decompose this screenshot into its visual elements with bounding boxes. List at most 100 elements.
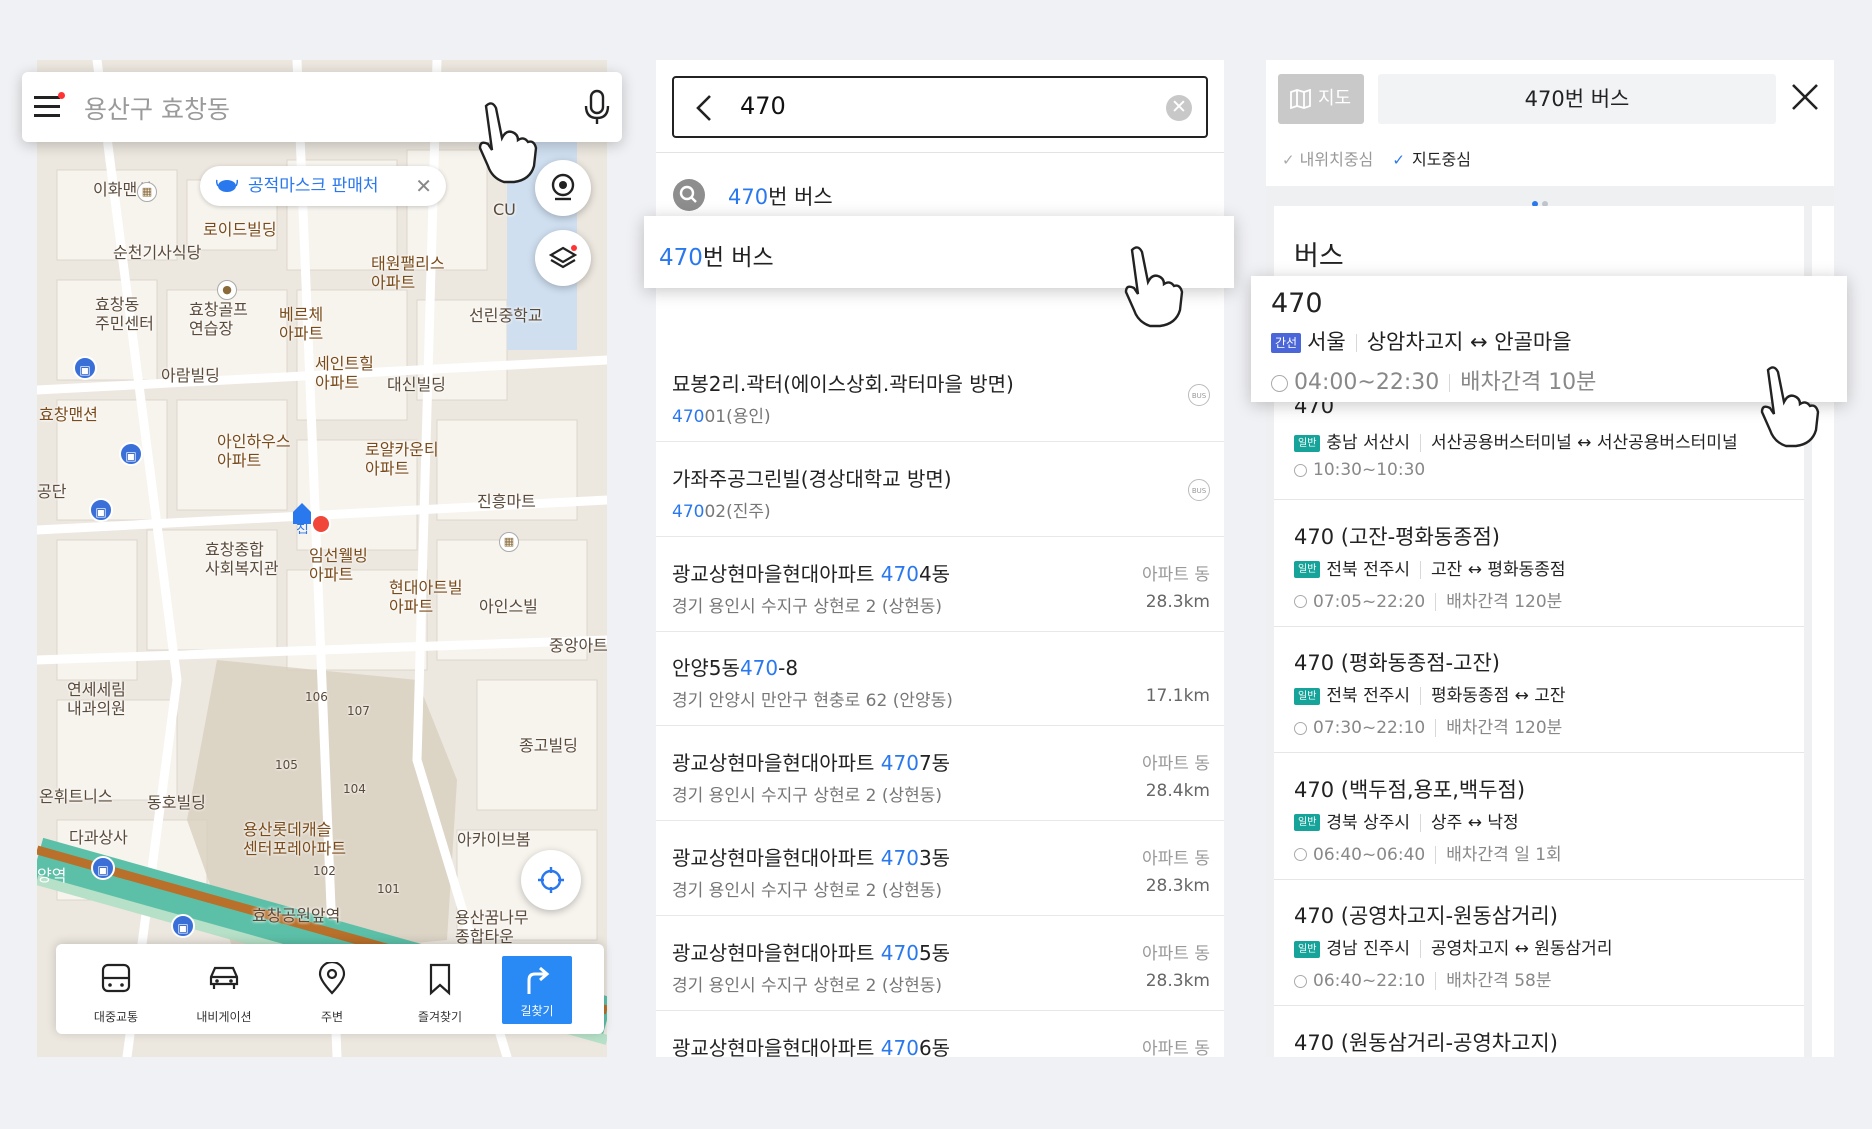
bus-stop-icon[interactable]: ▣ (73, 356, 97, 380)
result-title: 광교상현마을현대아파트 4703동 (672, 846, 951, 870)
nav-nearby[interactable]: 주변 (282, 944, 382, 1034)
result-subtitle: 경기 용인시 수지구 상현로 2 (상현동) (672, 596, 943, 617)
result-subtitle: 경기 용인시 수지구 상현로 2 (상현동) (672, 786, 943, 807)
directions-icon (527, 966, 550, 994)
route-info: 일반 충남 서산시 서산공용버스터미널 ↔ 서산공용버스터미널 (1294, 428, 1738, 453)
bus-route-item[interactable]: 470 (원동삼거리-공영차고지) (1274, 1007, 1804, 1058)
map-label: 102 (313, 864, 336, 878)
map-label: 연세세림 내과의원 (67, 680, 126, 718)
poi-pin-icon[interactable]: ▦ (499, 532, 519, 552)
route-interval: 배차간격 10분 (1460, 370, 1597, 395)
pointer-hand-icon (1760, 366, 1820, 448)
pointer-hand-icon (1124, 246, 1184, 328)
result-subtitle: 경기 용인시 수지구 상현로 2 (상현동) (672, 881, 943, 901)
map-icon (1290, 89, 1311, 109)
clear-icon[interactable]: ✕ (1166, 95, 1192, 121)
result-item[interactable]: 광교상현마을현대아파트 4703동 경기 용인시 수지구 상현로 2 (상현동) 아… (656, 822, 1224, 916)
result-item[interactable]: 광교상현마을현대아파트 4705동 경기 용인시 수지구 상현로 2 (상현동) 아… (656, 917, 1224, 1011)
nav-label: 대중교통 (93, 1010, 139, 1024)
result-title: 광교상현마을현대아파트 4704동 (672, 561, 951, 586)
map-label: 105 (275, 758, 298, 772)
route-region: 경남 진주시 (1326, 939, 1411, 959)
map-label: 중앙아트 (549, 636, 607, 655)
bus-stop-icon[interactable]: ▣ (91, 856, 115, 880)
back-arrow-icon[interactable] (694, 94, 714, 122)
map-label: 효창골프 연습장 (189, 300, 248, 338)
filter-map-center[interactable]: 지도중심 (1412, 150, 1471, 169)
bus-stop-icon[interactable]: ▣ (119, 442, 143, 466)
bus-badge-icon: BUS (1188, 478, 1210, 501)
map-label: 임선웰빙 아파트 (309, 546, 368, 584)
map-label: 대신빌딩 (387, 375, 446, 394)
result-distance: 17.1km (1145, 686, 1210, 707)
search-query[interactable]: 470 (740, 92, 786, 120)
suggestion-item[interactable]: 470번 버스 (656, 168, 1224, 222)
nav-navigation[interactable]: 내비게이션 (174, 944, 274, 1034)
bus-stop-icon[interactable]: ▣ (89, 498, 113, 522)
nav-label: 길찾기 (520, 1004, 554, 1018)
nav-directions[interactable]: 길찾기 (502, 956, 572, 1024)
search-panel: 470 ✕ 470번 버스 묘봉2리.곽터(에이스상회.곽터마을 방면) 4700… (656, 60, 1224, 1057)
check-icon: ✓ (1282, 151, 1295, 169)
route-region: 전북 전주시 (1326, 559, 1411, 580)
close-icon[interactable]: ✕ (415, 166, 432, 206)
mask-icon (216, 179, 238, 192)
route-number: 470 (평화동종점-고잔) (1294, 651, 1500, 675)
search-box[interactable]: 470 ✕ (672, 76, 1208, 138)
nav-label: 내비게이션 (196, 1010, 252, 1024)
section-title: 버스 (1294, 241, 1344, 272)
bookmark-icon (429, 963, 451, 996)
result-item[interactable]: 광교상현마을현대아파트 4707동 경기 용인시 수지구 상현로 2 (상현동) 아… (656, 727, 1224, 822)
svg-text:집: 집 (296, 523, 309, 534)
bottom-navigation: 대중교통 내비게이션 주변 즐겨찾기 길찾기 (56, 944, 604, 1034)
route-region: 충남 서산시 (1326, 433, 1411, 453)
map-layers-button[interactable] (535, 230, 591, 286)
result-distance: 28.3km (1145, 970, 1210, 991)
route-info: 일반 전북 전주시 고잔 ↔ 평화동종점 (1294, 555, 1566, 580)
result-subtitle: 경기 용인시 수지구 상현로 2 (상현동) (672, 975, 943, 996)
map-view-button[interactable]: 지도 (1278, 74, 1364, 124)
bus-stop-icon[interactable]: ▣ (171, 914, 195, 938)
clock-icon (1294, 848, 1307, 861)
route-endpoints: 서산공용버스터미널 ↔ 서산공용버스터미널 (1431, 433, 1738, 453)
filter-my-location[interactable]: 내위치중심 (1300, 150, 1374, 169)
home-marker-icon[interactable]: 집 (291, 500, 313, 539)
result-item[interactable]: 묘봉2리.곽터(에이스상회.곽터마을 방면) 47001(용인) BUS (656, 348, 1224, 442)
map-label: 101 (377, 882, 400, 896)
nav-transit[interactable]: 대중교통 (66, 944, 166, 1034)
map-label: 진흥마트 (477, 492, 536, 511)
my-location-button[interactable] (521, 850, 581, 910)
route-region: 서울 (1307, 330, 1346, 354)
bus-search-title[interactable]: 470번 버스 (1378, 74, 1776, 124)
map-panel[interactable]: 이화맨션 로이드빌딩 순천기사식당 효창동 주민센터 효창골프 연습장 베르체 … (37, 60, 607, 1057)
notification-dot (58, 92, 65, 99)
result-item[interactable]: 안양5동470-8 경기 안양시 만안구 현충로 62 (안양동) 17.1km (656, 632, 1224, 727)
result-item[interactable]: 광교상현마을현대아파트 4706동경기 용인시 수지구 상현로 2 (상현동)아… (656, 1012, 1224, 1057)
microphone-icon[interactable] (580, 88, 614, 126)
mask-seller-chip[interactable]: 공적마스크 판매처 ✕ (200, 166, 446, 206)
map-label: 양역 (37, 866, 67, 885)
close-icon[interactable] (1788, 80, 1822, 114)
layers-icon (549, 245, 577, 269)
route-endpoints: 공영차고지 ↔ 원동삼거리 (1431, 939, 1613, 959)
result-item[interactable]: 가좌주공그린빌(경상대학교 방면) 47002(진주) BUS (656, 443, 1224, 537)
bus-route-item[interactable]: 470 (백두점,용포,백두점) 일반 경북 상주시 상주 ↔ 낙정 06:40~06:… (1274, 754, 1804, 880)
map-label: CU (493, 200, 516, 219)
route-time: 06:40~22:10 (1313, 971, 1426, 991)
map-label: 용산롯데캐슬 센터포레아파트 (243, 820, 347, 858)
route-endpoints: 상암차고지 ↔ 안골마을 (1366, 330, 1572, 354)
result-item[interactable]: 광교상현마을현대아파트 4704동 경기 용인시 수지구 상현로 2 (상현동) 아… (656, 538, 1224, 632)
route-info: 간선 서울 상암차고지 ↔ 안골마을 (1271, 326, 1572, 356)
route-endpoints: 상주 ↔ 낙정 (1431, 812, 1519, 833)
route-info: 일반 경남 진주시 공영차고지 ↔ 원동삼거리 (1294, 934, 1612, 959)
map-search-placeholder[interactable]: 용산구 효창동 (84, 90, 230, 126)
location-pin-icon (318, 962, 346, 995)
bus-route-item[interactable]: 470 (평화동종점-고잔) 일반 전북 전주시 평화동종점 ↔ 고잔 07:30~22… (1274, 627, 1804, 753)
bus-route-item[interactable]: 470 (고잔-평화동종점) 일반 전북 전주시 고잔 ↔ 평화동종점 07:05~22… (1274, 501, 1804, 627)
poi-pin-icon[interactable]: ▦ (137, 182, 157, 202)
nav-favorites[interactable]: 즐겨찾기 (390, 944, 490, 1034)
poi-pin-icon[interactable]: ● (217, 280, 237, 300)
route-type-badge: 간선 (1271, 333, 1302, 353)
bus-route-item[interactable]: 470 (공영차고지-원동삼거리) 일반 경남 진주시 공영차고지 ↔ 원동삼거리 06… (1274, 880, 1804, 1006)
result-title: 광교상현마을현대아파트 4705동 (672, 940, 951, 965)
